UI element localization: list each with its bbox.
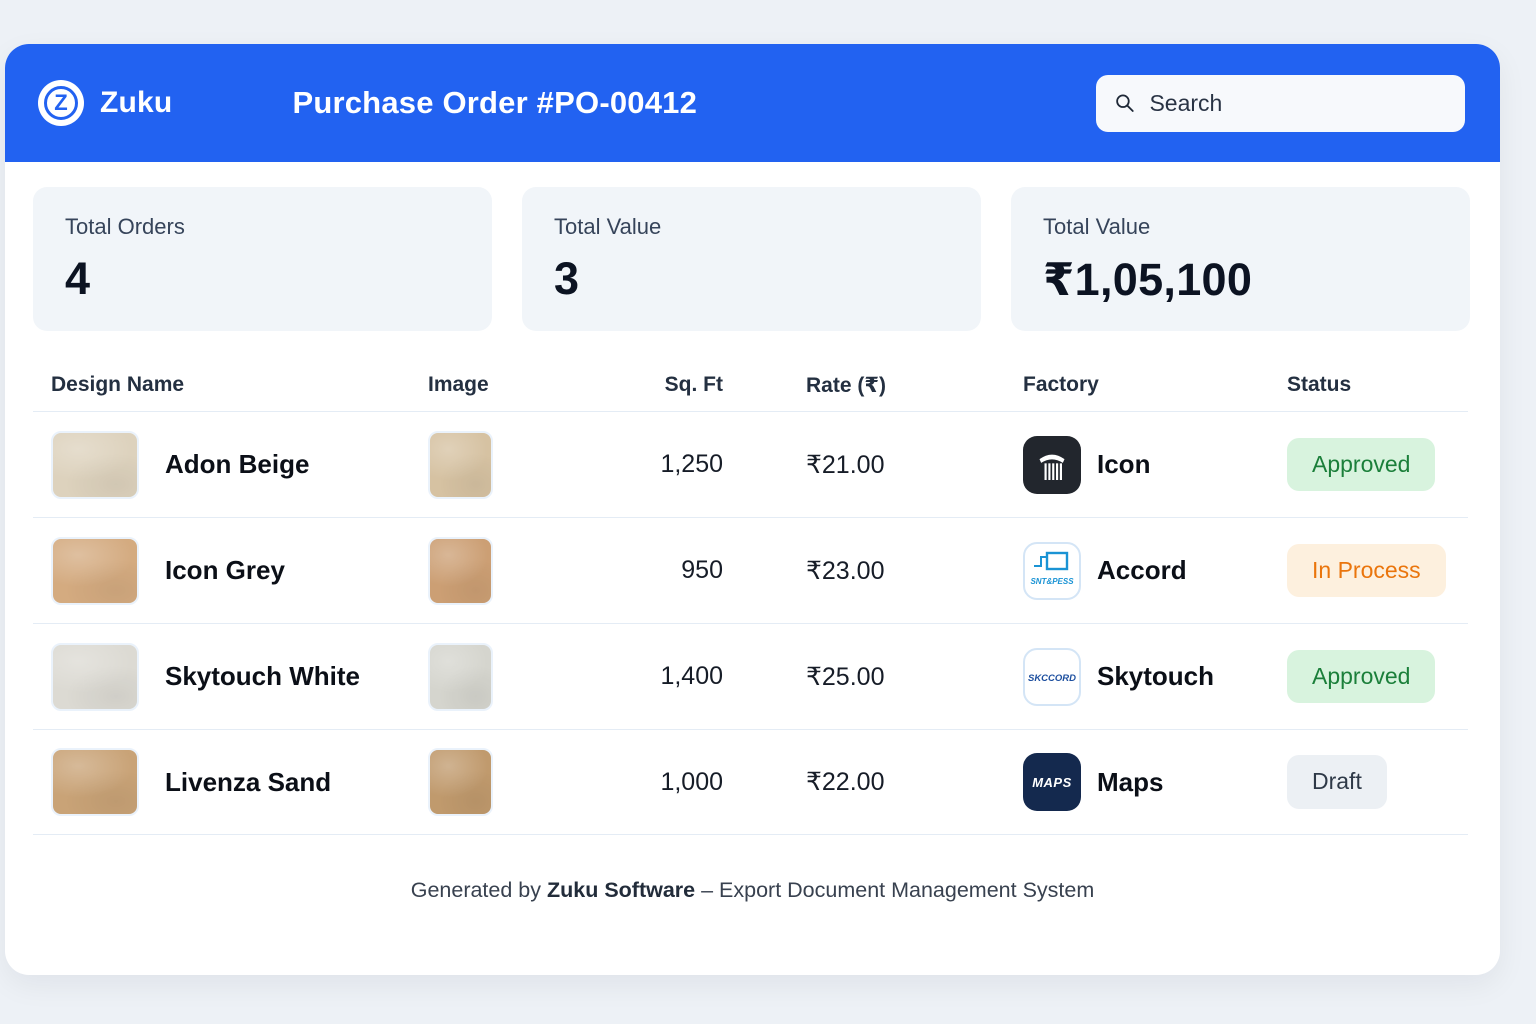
sqft-value: 1,000: [593, 768, 723, 797]
rate-value: ₹23.00: [723, 556, 1023, 586]
sqft-value: 1,250: [593, 450, 723, 479]
factory-cell: SNT&PESS Accord: [1023, 542, 1287, 600]
factory-cell: Icon: [1023, 436, 1287, 494]
document-card: Z Zuku Purchase Order #PO-00412 Total Or…: [5, 44, 1500, 975]
stat-card-total-orders: Total Orders 4: [33, 187, 492, 331]
design-name: Icon Grey: [165, 555, 285, 586]
col-header-status: Status: [1287, 373, 1468, 397]
orders-table: Design Name Image Sq. Ft Rate (₹) Factor…: [5, 331, 1500, 835]
search-icon: [1114, 91, 1135, 115]
stat-label: Total Value: [554, 214, 949, 240]
svg-text:SKCCORD: SKCCORD: [1028, 673, 1076, 684]
skccord-logo: SKCCORD: [1023, 648, 1081, 706]
svg-text:SNT&PESS: SNT&PESS: [1030, 577, 1074, 586]
status-cell: In Process: [1287, 544, 1468, 598]
design-swatch: [51, 643, 139, 711]
product-image: [428, 643, 493, 711]
snt-pess-logo: SNT&PESS: [1023, 542, 1081, 600]
sqft-value: 950: [593, 556, 723, 585]
design-swatch: [51, 537, 139, 605]
stat-label: Total Orders: [65, 214, 460, 240]
stat-value: ₹1,05,100: [1043, 253, 1438, 306]
col-header-design: Design Name: [33, 373, 428, 397]
design-swatch: [51, 431, 139, 499]
stat-card-total-value-count: Total Value 3: [522, 187, 981, 331]
status-cell: Approved: [1287, 650, 1468, 704]
stat-label: Total Value: [1043, 214, 1438, 240]
stat-value: 4: [65, 253, 460, 305]
search-box[interactable]: [1096, 75, 1465, 132]
page: Z Zuku Purchase Order #PO-00412 Total Or…: [0, 0, 1536, 1024]
factory-name: Maps: [1097, 767, 1163, 798]
footer-suffix: – Export Document Management System: [695, 878, 1094, 902]
design-cell: Livenza Sand: [33, 748, 428, 816]
brand-name: Zuku: [100, 86, 172, 120]
maps-logo: MAPS: [1023, 753, 1081, 811]
design-swatch: [51, 748, 139, 816]
footer-brand: Zuku Software: [547, 878, 695, 902]
search-input[interactable]: [1149, 90, 1447, 117]
design-cell: Adon Beige: [33, 431, 428, 499]
product-image: [428, 431, 493, 499]
image-cell: [428, 431, 593, 499]
stat-card-total-value-amount: Total Value ₹1,05,100: [1011, 187, 1470, 331]
table-row: Livenza Sand 1,000 ₹22.00 MAPS Maps Draf…: [33, 729, 1468, 835]
zuku-logo-ring: Z: [44, 86, 78, 120]
status-badge: In Process: [1287, 544, 1446, 598]
design-cell: Skytouch White: [33, 643, 428, 711]
table-row: Skytouch White 1,400 ₹25.00 SKCCORD Skyt…: [33, 623, 1468, 729]
image-cell: [428, 643, 593, 711]
col-header-rate: Rate (₹): [723, 373, 1023, 398]
factory-name: Icon: [1097, 449, 1150, 480]
factory-name: Skytouch: [1097, 661, 1214, 692]
product-image: [428, 748, 493, 816]
image-cell: [428, 537, 593, 605]
rate-value: ₹22.00: [723, 767, 1023, 797]
design-name: Adon Beige: [165, 449, 309, 480]
sqft-value: 1,400: [593, 662, 723, 691]
factory-cell: MAPS Maps: [1023, 753, 1287, 811]
brand: Z Zuku: [38, 80, 172, 126]
zuku-logo-icon: Z: [38, 80, 84, 126]
product-image: [428, 537, 493, 605]
col-header-factory: Factory: [1023, 373, 1287, 397]
status-badge: Approved: [1287, 650, 1435, 704]
image-cell: [428, 748, 593, 816]
table-row: Icon Grey 950 ₹23.00 SNT&PESS Accor: [33, 517, 1468, 623]
app-header: Z Zuku Purchase Order #PO-00412: [5, 44, 1500, 162]
footer: Generated by Zuku Software – Export Docu…: [5, 835, 1500, 903]
maps-logo-text: MAPS: [1032, 775, 1072, 790]
table-header-row: Design Name Image Sq. Ft Rate (₹) Factor…: [33, 359, 1468, 411]
status-cell: Approved: [1287, 438, 1468, 492]
footer-prefix: Generated by: [411, 878, 547, 902]
status-cell: Draft: [1287, 755, 1468, 809]
column-icon: [1023, 436, 1081, 494]
factory-name: Accord: [1097, 555, 1187, 586]
status-badge: Draft: [1287, 755, 1387, 809]
stats-row: Total Orders 4 Total Value 3 Total Value…: [5, 162, 1500, 331]
table-row: Adon Beige 1,250 ₹21.00: [33, 411, 1468, 517]
col-header-sqft: Sq. Ft: [593, 373, 723, 397]
col-header-image: Image: [428, 373, 593, 397]
rate-value: ₹21.00: [723, 450, 1023, 480]
rate-value: ₹25.00: [723, 662, 1023, 692]
design-name: Livenza Sand: [165, 767, 331, 798]
design-name: Skytouch White: [165, 661, 360, 692]
factory-cell: SKCCORD Skytouch: [1023, 648, 1287, 706]
stat-value: 3: [554, 253, 949, 305]
design-cell: Icon Grey: [33, 537, 428, 605]
page-title: Purchase Order #PO-00412: [292, 85, 697, 121]
status-badge: Approved: [1287, 438, 1435, 492]
zuku-logo-letter: Z: [54, 92, 67, 114]
